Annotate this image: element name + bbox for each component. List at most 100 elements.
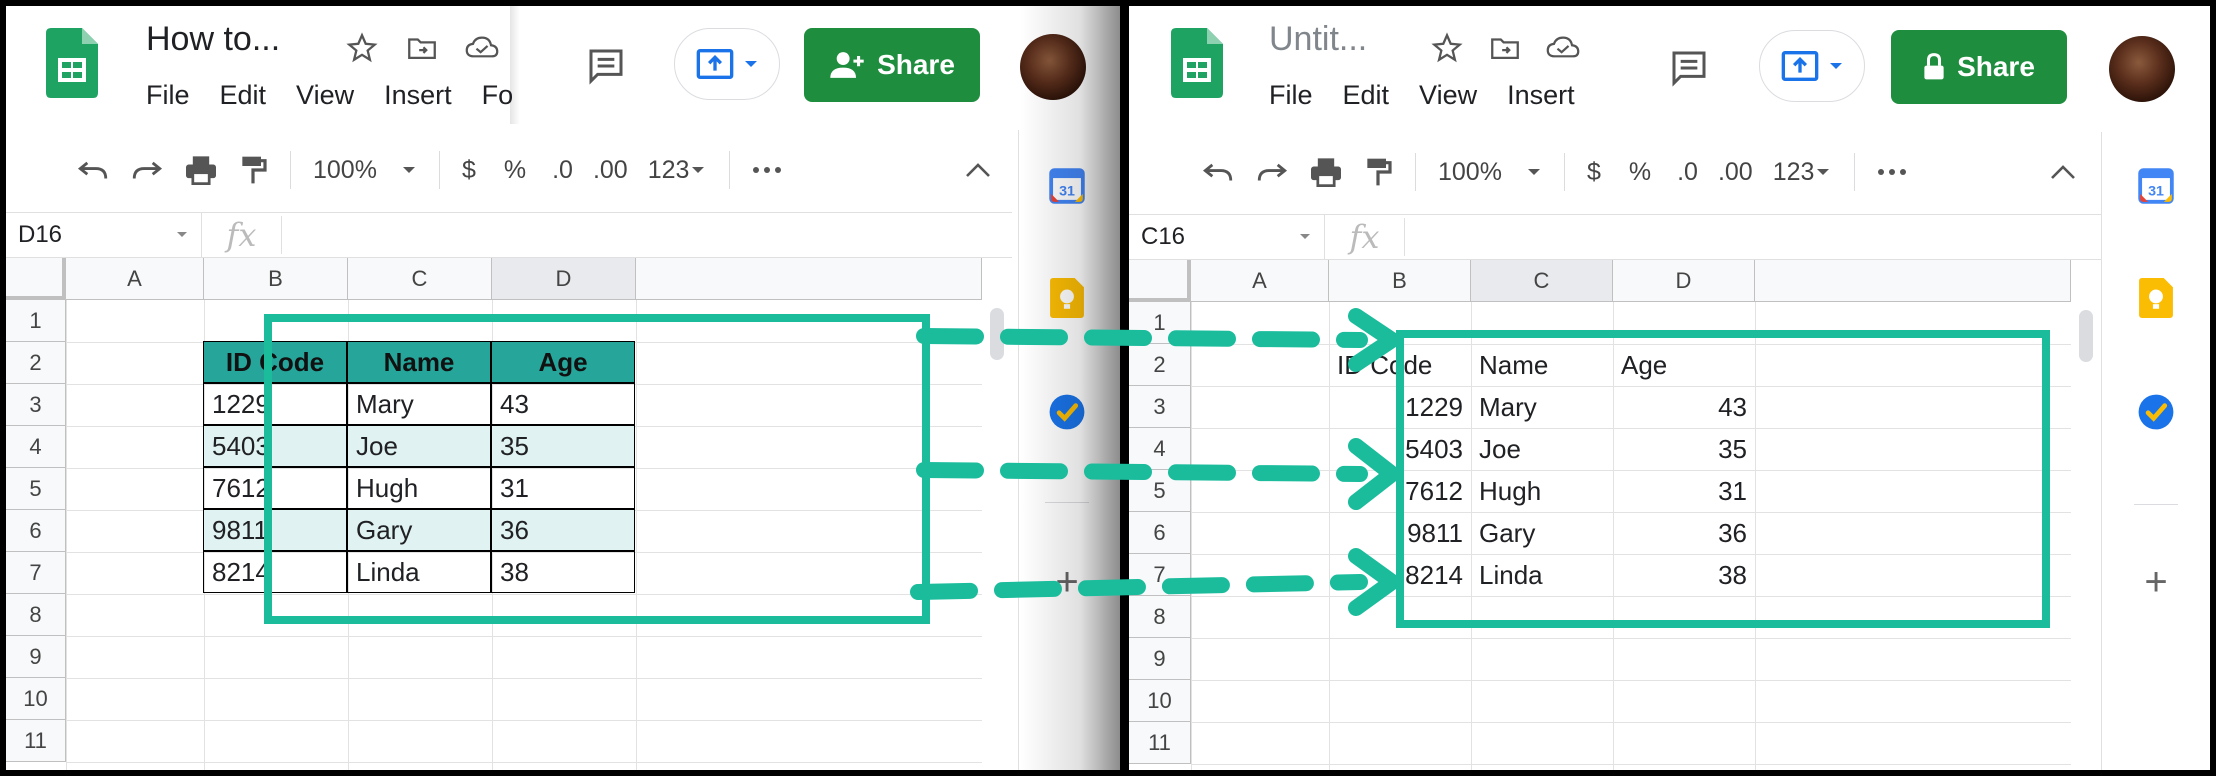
- table-cell[interactable]: Linda: [347, 551, 491, 593]
- more-formats-button[interactable]: 123: [1763, 148, 1843, 196]
- row-header-6[interactable]: 6: [1129, 512, 1191, 554]
- menu-view[interactable]: View: [292, 80, 358, 111]
- menu-file[interactable]: File: [142, 80, 194, 111]
- redo-icon[interactable]: [120, 146, 174, 194]
- star-icon[interactable]: [340, 26, 384, 70]
- table-header-cell[interactable]: ID Code: [1329, 344, 1471, 386]
- redo-icon[interactable]: [1245, 148, 1299, 196]
- column-header-c[interactable]: C: [348, 258, 492, 300]
- percent-format-button[interactable]: %: [494, 146, 536, 194]
- table-cell[interactable]: 7612: [203, 467, 347, 509]
- row-header-4[interactable]: 4: [1129, 428, 1191, 470]
- table-cell[interactable]: 9811: [203, 509, 347, 551]
- table-cell[interactable]: Mary: [347, 383, 491, 425]
- row-header-9[interactable]: 9: [1129, 638, 1191, 680]
- name-box[interactable]: C16: [1129, 215, 1325, 259]
- table-cell[interactable]: 5403: [203, 425, 347, 467]
- plus-icon[interactable]: +: [1047, 560, 1087, 605]
- menu-view[interactable]: View: [1415, 80, 1481, 111]
- table-cell[interactable]: 43: [491, 383, 635, 425]
- table-cell[interactable]: Linda: [1471, 554, 1613, 596]
- sheet-grid[interactable]: A B C D 1 2 3 4 5 6 7 8 9 10 11 ID Code Name Age 1229 Mary 4…: [6, 258, 1012, 770]
- table-cell[interactable]: Mary: [1471, 386, 1613, 428]
- vertical-scrollbar-thumb[interactable]: [2079, 310, 2093, 362]
- menu-file[interactable]: File: [1265, 80, 1317, 111]
- table-cell[interactable]: 38: [491, 551, 635, 593]
- table-cell[interactable]: Joe: [347, 425, 491, 467]
- row-header-3[interactable]: 3: [1129, 386, 1191, 428]
- table-cell[interactable]: Hugh: [1471, 470, 1613, 512]
- undo-icon[interactable]: [66, 146, 120, 194]
- column-header-e[interactable]: [636, 258, 982, 300]
- share-button[interactable]: Share: [1891, 30, 2067, 104]
- zoom-select[interactable]: 100%: [303, 146, 427, 194]
- row-header-6[interactable]: 6: [6, 510, 66, 552]
- row-header-10[interactable]: 10: [6, 678, 66, 720]
- table-cell[interactable]: 31: [1613, 470, 1755, 512]
- table-cell[interactable]: 36: [491, 509, 635, 551]
- table-cell[interactable]: 7612: [1329, 470, 1471, 512]
- row-header-2[interactable]: 2: [6, 342, 66, 384]
- sheet-grid[interactable]: A B C D 1 2 3 4 5 6 7 8 9 10 11 ID Code Name Age 1229 Mary 4…: [1129, 260, 2101, 770]
- menu-edit[interactable]: Edit: [216, 80, 271, 111]
- column-header-b[interactable]: B: [204, 258, 348, 300]
- row-header-10[interactable]: 10: [1129, 680, 1191, 722]
- tasks-icon[interactable]: [2136, 392, 2176, 432]
- currency-format-button[interactable]: $: [1577, 148, 1611, 196]
- table-cell[interactable]: 1229: [1329, 386, 1471, 428]
- plus-icon[interactable]: +: [2136, 560, 2176, 605]
- column-header-c[interactable]: C: [1471, 260, 1613, 302]
- document-title[interactable]: How to...: [146, 20, 280, 59]
- table-header-cell[interactable]: ID Code: [203, 341, 347, 383]
- chevron-up-icon[interactable]: [958, 150, 998, 190]
- row-header-9[interactable]: 9: [6, 636, 66, 678]
- table-cell[interactable]: 38: [1613, 554, 1755, 596]
- row-header-2[interactable]: 2: [1129, 344, 1191, 386]
- select-all-corner[interactable]: [1129, 260, 1191, 302]
- move-to-folder-icon[interactable]: [1483, 26, 1527, 70]
- table-cell[interactable]: 8214: [203, 551, 347, 593]
- table-cell[interactable]: Gary: [1471, 512, 1613, 554]
- row-header-7[interactable]: 7: [1129, 554, 1191, 596]
- row-header-1[interactable]: 1: [6, 300, 66, 342]
- print-icon[interactable]: [174, 146, 228, 194]
- cloud-saved-icon[interactable]: [460, 26, 504, 70]
- avatar[interactable]: [2109, 36, 2175, 102]
- more-horiz-icon[interactable]: [742, 146, 792, 194]
- menu-edit[interactable]: Edit: [1339, 80, 1394, 111]
- row-header-3[interactable]: 3: [6, 384, 66, 426]
- percent-format-button[interactable]: %: [1619, 148, 1661, 196]
- cloud-saved-icon[interactable]: [1541, 26, 1585, 70]
- select-all-corner[interactable]: [6, 258, 66, 300]
- comment-icon[interactable]: [1665, 44, 1713, 92]
- table-cell[interactable]: Hugh: [347, 467, 491, 509]
- share-button[interactable]: Share: [804, 28, 980, 102]
- keep-icon[interactable]: [1047, 278, 1087, 318]
- table-cell[interactable]: Joe: [1471, 428, 1613, 470]
- row-header-4[interactable]: 4: [6, 426, 66, 468]
- increase-decimal-button[interactable]: .00: [583, 146, 638, 194]
- row-header-8[interactable]: 8: [1129, 596, 1191, 638]
- column-header-d[interactable]: D: [492, 258, 636, 300]
- row-header-8[interactable]: 8: [6, 594, 66, 636]
- more-formats-button[interactable]: 123: [638, 146, 718, 194]
- zoom-select[interactable]: 100%: [1428, 148, 1552, 196]
- table-header-cell[interactable]: Age: [1613, 344, 1755, 386]
- table-cell[interactable]: Gary: [347, 509, 491, 551]
- comment-icon[interactable]: [582, 42, 630, 90]
- table-cell[interactable]: 31: [491, 467, 635, 509]
- vertical-scrollbar-thumb[interactable]: [990, 308, 1004, 360]
- row-header-1[interactable]: 1: [1129, 302, 1191, 344]
- currency-format-button[interactable]: $: [452, 146, 486, 194]
- present-button[interactable]: [1759, 30, 1865, 102]
- table-cell[interactable]: 8214: [1329, 554, 1471, 596]
- paint-format-icon[interactable]: [1353, 148, 1403, 196]
- table-cell[interactable]: 5403: [1329, 428, 1471, 470]
- table-header-cell[interactable]: Name: [1471, 344, 1613, 386]
- avatar[interactable]: [1020, 34, 1086, 100]
- print-icon[interactable]: [1299, 148, 1353, 196]
- move-to-folder-icon[interactable]: [400, 26, 444, 70]
- row-header-11[interactable]: 11: [1129, 722, 1191, 764]
- column-header-d[interactable]: D: [1613, 260, 1755, 302]
- undo-icon[interactable]: [1191, 148, 1245, 196]
